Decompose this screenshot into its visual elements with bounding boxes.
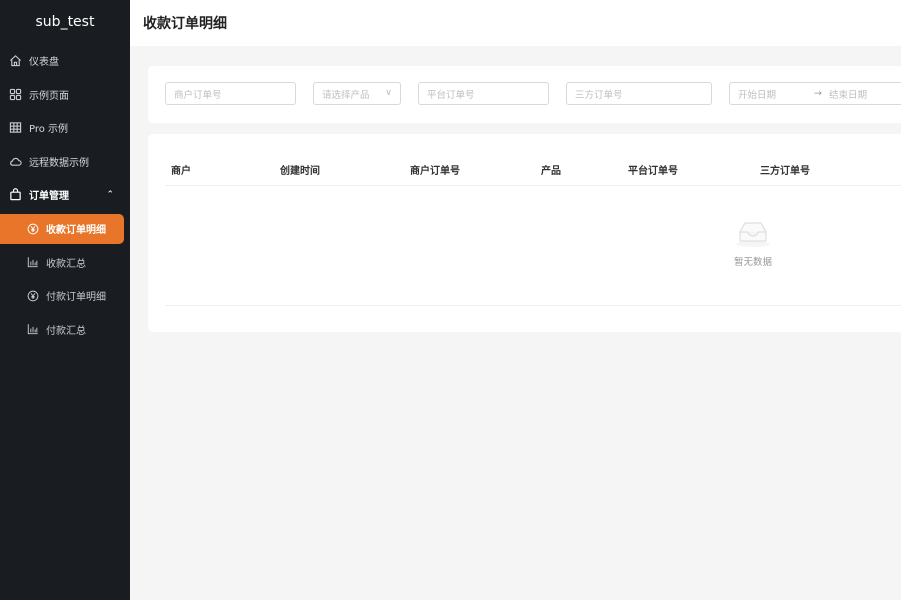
- sidebar-item-label: 订单管理: [29, 191, 69, 203]
- page-title: 收款订单明细: [143, 16, 227, 32]
- table-icon: [8, 121, 22, 135]
- range-arrow-icon: →: [814, 88, 822, 99]
- third-party-order-placeholder: 三方订单号: [575, 89, 623, 101]
- cloud-icon: [8, 154, 22, 168]
- sidebar-item-label: 收款汇总: [46, 258, 86, 270]
- home-icon: [8, 54, 22, 68]
- date-range-picker[interactable]: 开始日期 → 结束日期: [729, 82, 901, 105]
- sidebar-item-label: 远程数据示例: [29, 157, 89, 169]
- sidebar-item-receipt-summary[interactable]: 收款汇总: [0, 246, 130, 280]
- yen-circle-icon: [26, 222, 39, 235]
- product-placeholder: 请选择产品: [322, 89, 370, 101]
- filter-bar: 商户订单号 请选择产品 ∨ 平台订单号 三方订单号 开始日期 → 结束日期: [148, 66, 901, 123]
- sidebar-item-payment-order-detail[interactable]: 付款订单明细: [0, 279, 130, 313]
- platform-order-input[interactable]: 平台订单号: [418, 82, 549, 105]
- empty-inbox-icon: [736, 222, 770, 247]
- column-header: 平台订单号: [628, 166, 678, 177]
- sidebar-item-remote-data[interactable]: 远程数据示例: [0, 145, 130, 179]
- sidebar-item-label: 付款订单明细: [46, 292, 106, 304]
- yen-circle-icon: [26, 289, 39, 302]
- chevron-down-icon: ∨: [385, 88, 392, 98]
- bar-chart-icon: [26, 323, 39, 336]
- table-bottom-divider: [165, 305, 901, 306]
- product-select[interactable]: 请选择产品 ∨: [313, 82, 401, 105]
- third-party-order-input[interactable]: 三方订单号: [566, 82, 712, 105]
- column-header: 三方订单号: [760, 166, 810, 177]
- sidebar: sub_test 仪表盘 示例页面 Pro 示例 远程数据示例 订单管理 ⌃ 收…: [0, 0, 130, 600]
- page-header: 收款订单明细: [130, 0, 901, 46]
- sidebar-item-label: 付款汇总: [46, 325, 86, 337]
- brand-title: sub_test: [35, 14, 95, 30]
- sidebar-item-payment-summary[interactable]: 付款汇总: [0, 313, 130, 347]
- sidebar-item-receipt-order-detail[interactable]: 收款订单明细: [0, 213, 124, 244]
- column-header: 商户订单号: [410, 166, 460, 177]
- empty-text: 暂无数据: [733, 257, 772, 268]
- sidebar-item-example-pages[interactable]: 示例页面: [0, 78, 130, 112]
- start-date-placeholder: 开始日期: [738, 89, 777, 101]
- merchant-order-placeholder: 商户订单号: [174, 89, 222, 101]
- sidebar-menu: 仪表盘 示例页面 Pro 示例 远程数据示例 订单管理 ⌃: [0, 44, 130, 212]
- empty-state: 暂无数据: [708, 218, 798, 268]
- bar-chart-icon: [26, 256, 39, 269]
- bag-icon: [8, 188, 22, 202]
- grid-icon: [8, 87, 22, 101]
- sidebar-item-order-management[interactable]: 订单管理 ⌃: [0, 178, 130, 212]
- platform-order-placeholder: 平台订单号: [427, 89, 475, 101]
- end-date-placeholder: 结束日期: [828, 89, 867, 101]
- sidebar-item-dashboard[interactable]: 仪表盘: [0, 44, 130, 78]
- sidebar-item-label: Pro 示例: [29, 124, 69, 136]
- column-header: 产品: [541, 166, 561, 177]
- column-header: 商户: [171, 166, 191, 177]
- sidebar-item-pro-examples[interactable]: Pro 示例: [0, 111, 130, 145]
- order-table: 商户 创建时间 商户订单号 产品 平台订单号 三方订单号 暂无数据: [148, 134, 901, 332]
- sidebar-item-label: 示例页面: [29, 90, 69, 102]
- chevron-up-icon: ⌃: [106, 189, 114, 200]
- table-header: 商户 创建时间 商户订单号 产品 平台订单号 三方订单号: [165, 150, 901, 186]
- column-header: 创建时间: [280, 166, 320, 177]
- sidebar-submenu: 收款订单明细 收款汇总 付款订单明细 付款汇总: [0, 213, 130, 347]
- sidebar-item-label: 仪表盘: [29, 57, 59, 69]
- merchant-order-input[interactable]: 商户订单号: [165, 82, 296, 105]
- sidebar-item-label: 收款订单明细: [46, 225, 106, 236]
